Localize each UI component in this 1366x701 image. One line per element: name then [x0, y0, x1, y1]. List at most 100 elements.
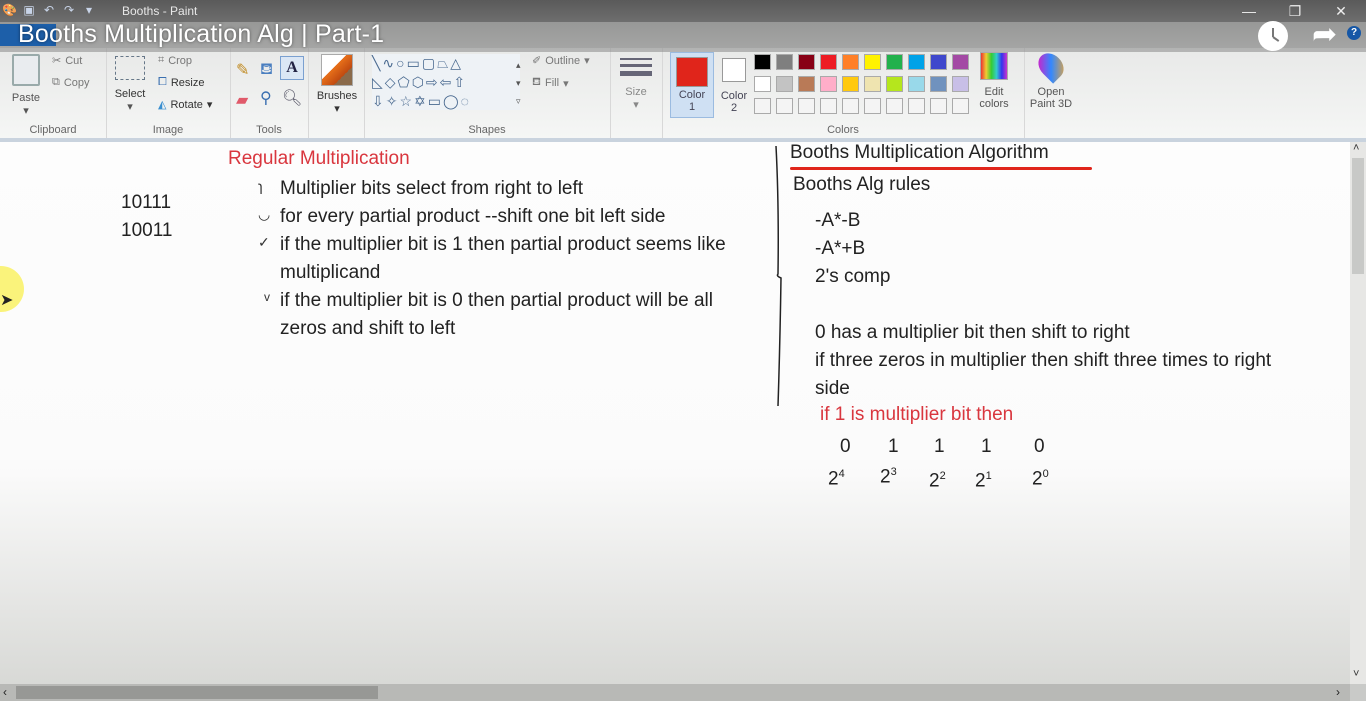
palette-color-swatch[interactable]: [908, 76, 925, 92]
power-label: 24: [828, 468, 845, 490]
palette-custom-slot[interactable]: [776, 98, 793, 114]
fill-bucket-icon[interactable]: ⛾: [260, 60, 273, 80]
watch-later-icon[interactable]: [1258, 21, 1288, 51]
scroll-down-arrow-icon[interactable]: ˅: [1353, 668, 1359, 680]
palette-custom-slot[interactable]: [930, 98, 947, 114]
brush-icon: [321, 54, 353, 86]
palette-custom-slot[interactable]: [908, 98, 925, 114]
palette-color-swatch[interactable]: [754, 54, 771, 70]
multiplicand-number: 10111: [121, 192, 172, 213]
palette-color-swatch[interactable]: [930, 54, 947, 70]
power-label: 22: [929, 470, 946, 492]
bit-value: 1: [934, 436, 945, 457]
regular-rule-2: for every partial product --shift one bi…: [280, 206, 666, 227]
crop-button[interactable]: ⌗ Crop: [158, 54, 192, 67]
color2-button[interactable]: Color 2: [714, 52, 754, 116]
palette-color-swatch[interactable]: [842, 54, 859, 70]
image-group-label: Image: [152, 124, 184, 136]
crop-icon: ⌗: [158, 54, 165, 66]
palette-color-swatch[interactable]: [820, 76, 837, 92]
fill-button[interactable]: ⛾ Fill ▾: [532, 76, 569, 90]
rotate-icon: ◭: [158, 99, 167, 111]
scroll-left-arrow-icon[interactable]: ‹: [3, 685, 7, 699]
copy-button[interactable]: ⧉ Copy: [52, 76, 90, 89]
customize-dropdown-icon[interactable]: ▾: [82, 3, 96, 17]
pencil-icon[interactable]: ✎: [236, 60, 249, 80]
regular-rule-3: if the multiplier bit is 1 then partial …: [280, 234, 726, 255]
palette-custom-slot[interactable]: [886, 98, 903, 114]
vertical-scroll-thumb[interactable]: [1352, 158, 1364, 274]
shapes-row-1: ╲∿○▭▢⏢△: [372, 55, 464, 71]
palette-color-swatch[interactable]: [842, 76, 859, 92]
booths-note-2-cont: side: [815, 378, 850, 399]
resize-button[interactable]: ⧠ Resize: [158, 76, 204, 89]
share-icon[interactable]: ➦: [1312, 20, 1337, 50]
color1-button[interactable]: Color 1: [670, 52, 714, 118]
rotate-button[interactable]: ◭ Rotate ▾: [158, 98, 212, 112]
shapes-row-3: ⇩✧☆✡▭◯◌: [372, 93, 471, 109]
palette-color-swatch[interactable]: [776, 76, 793, 92]
palette-color-swatch[interactable]: [908, 54, 925, 70]
shapes-scroll[interactable]: ▴ ▾ ▿: [516, 56, 521, 110]
shapes-gallery[interactable]: ╲∿○▭▢⏢△ ◺◇⬠⬡⇨⇦⇧ ⇩✧☆✡▭◯◌: [372, 54, 520, 110]
color-spectrum-icon: [980, 52, 1008, 80]
color-picker-icon[interactable]: ⚲: [260, 88, 272, 108]
horizontal-scroll-thumb[interactable]: [16, 686, 378, 699]
vertical-scrollbar[interactable]: ˄ ˅: [1350, 142, 1366, 684]
regular-rule-4-cont: zeros and shift to left: [280, 318, 456, 339]
select-button[interactable]: Select ▾: [112, 56, 148, 113]
drawing-canvas[interactable]: ➤ 10111 10011 Regular Multiplication ɿ M…: [0, 142, 1350, 684]
palette-color-swatch[interactable]: [776, 54, 793, 70]
text-tool-icon[interactable]: A: [280, 56, 304, 80]
power-label: 21: [975, 470, 992, 492]
color-palette: [754, 54, 976, 118]
undo-icon[interactable]: ↶: [42, 3, 56, 17]
size-button[interactable]: Size ▾: [618, 56, 654, 111]
scroll-right-arrow-icon[interactable]: ›: [1336, 685, 1340, 699]
bit-value: 1: [888, 436, 899, 457]
redo-icon[interactable]: ↷: [62, 3, 76, 17]
video-title[interactable]: Booths Multiplication Alg | Part-1: [18, 20, 384, 49]
palette-color-swatch[interactable]: [930, 76, 947, 92]
palette-custom-slot[interactable]: [952, 98, 969, 114]
palette-color-swatch[interactable]: [952, 54, 969, 70]
eraser-icon[interactable]: ▰: [236, 90, 248, 110]
open-paint3d-button[interactable]: Open Paint 3D: [1026, 48, 1076, 110]
power-label: 20: [1032, 468, 1049, 490]
paint3d-group: Open Paint 3D: [1024, 48, 1078, 138]
paint-app-icon[interactable]: 🎨: [2, 3, 17, 17]
palette-color-swatch[interactable]: [754, 76, 771, 92]
shapes-group-label: Shapes: [468, 124, 506, 136]
chevron-down-icon: ▾: [23, 105, 29, 117]
brushes-button[interactable]: Brushes ▾: [314, 54, 360, 115]
help-icon[interactable]: ?: [1347, 26, 1361, 40]
magnifier-icon[interactable]: 🔍︎: [282, 88, 302, 108]
palette-color-swatch[interactable]: [864, 54, 881, 70]
outline-button[interactable]: ✐ Outline ▾: [532, 54, 590, 68]
save-icon[interactable]: ▣: [22, 3, 36, 17]
palette-custom-slot[interactable]: [754, 98, 771, 114]
palette-custom-slot[interactable]: [842, 98, 859, 114]
paint3d-icon: [1033, 48, 1069, 84]
palette-color-swatch[interactable]: [886, 76, 903, 92]
cut-button[interactable]: ✂ Cut: [52, 54, 82, 68]
chevron-down-icon: ▾: [127, 101, 133, 113]
paste-button[interactable]: Paste ▾: [8, 54, 44, 117]
edit-colors-button[interactable]: Edit colors: [974, 52, 1014, 110]
palette-color-swatch[interactable]: [952, 76, 969, 92]
minimize-button[interactable]: —: [1226, 0, 1272, 22]
clipboard-group: Paste ▾ ✂ Cut ⧉ Copy Clipboard: [0, 48, 107, 138]
clipboard-icon: [12, 54, 40, 86]
resize-icon: ⧠: [158, 76, 167, 88]
palette-color-swatch[interactable]: [798, 54, 815, 70]
horizontal-scrollbar[interactable]: ‹ ›: [0, 684, 1350, 701]
palette-color-swatch[interactable]: [864, 76, 881, 92]
palette-custom-slot[interactable]: [864, 98, 881, 114]
palette-color-swatch[interactable]: [820, 54, 837, 70]
palette-color-swatch[interactable]: [798, 76, 815, 92]
palette-custom-slot[interactable]: [820, 98, 837, 114]
color2-swatch: [722, 58, 746, 82]
palette-color-swatch[interactable]: [886, 54, 903, 70]
palette-custom-slot[interactable]: [798, 98, 815, 114]
scroll-up-arrow-icon[interactable]: ˄: [1353, 142, 1359, 154]
